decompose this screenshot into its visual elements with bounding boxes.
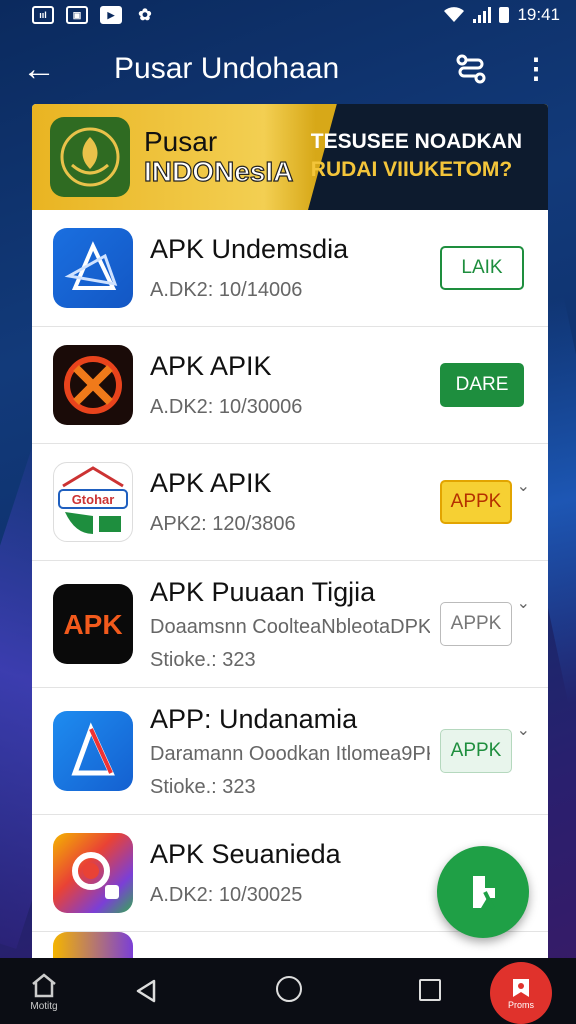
banner-promo-line1: TESUSEE NOADKAN [310, 130, 522, 153]
svg-text:APK: APK [63, 609, 122, 640]
system-nav-bar: Motitg Proms [0, 958, 576, 1024]
signal-icon [473, 7, 492, 23]
app-list-card: Pusar INDONesIA TESUSEE NOADKAN RUDAI VI… [32, 104, 548, 964]
home-icon [32, 973, 56, 998]
youtube-icon: ▶ [100, 6, 122, 24]
sim-icon: ııl [32, 6, 54, 24]
list-item[interactable]: APK APK Puuaan Tigjia Doaamsnn CoolteaNb… [32, 561, 548, 688]
triangle-logo-icon [53, 228, 133, 308]
chevron-down-icon[interactable]: ⌄ [517, 476, 530, 496]
app-description: Daramann Ooodkan Itlomea9PK [150, 742, 430, 765]
list-item[interactable]: APP: Undanamia Daramann Ooodkan Itlomea9… [32, 688, 548, 815]
fab-download-button[interactable] [437, 846, 529, 938]
chevron-down-icon[interactable]: ⌄ [517, 720, 530, 740]
install-button[interactable]: LAIK [440, 246, 524, 290]
banner-title-line2: INDONesIA [143, 156, 294, 187]
svg-text:Gtohar: Gtohar [72, 492, 115, 507]
nav-promo-button[interactable]: Proms [490, 962, 552, 1024]
apk-button[interactable]: APPK [440, 729, 512, 773]
download-logo-icon [473, 876, 495, 909]
list-item[interactable]: APK Undemsdia A.DK2: 10/14006 LAIK [32, 210, 548, 327]
bookmark-icon [513, 979, 529, 997]
battery-icon [499, 7, 510, 23]
nav-home[interactable]: Motitg [30, 972, 58, 1012]
banner-promo-text: TESUSEE NOADKAN RUDAI VIIUKETOM? [311, 128, 522, 184]
list-item[interactable]: Gtohar APK APIK APK2: 120/3806 APPK ⌄ [32, 444, 548, 561]
gift-icon: ✿ [138, 7, 152, 24]
nav-promo-label: Proms [507, 1000, 534, 1010]
banner-title-line1: Pusar [144, 126, 218, 157]
download-button[interactable]: DARE [440, 363, 524, 407]
chrome-like-icon [53, 833, 133, 913]
garuda-logo-icon [50, 117, 130, 197]
app-bar: ← Pusar Undohaan ⋮ [0, 40, 576, 98]
apk-button[interactable]: APPK [440, 480, 512, 524]
nav-recents-icon[interactable] [419, 979, 441, 1001]
list-item[interactable]: APK APIK A.DK2: 10/30006 DARE [32, 327, 548, 444]
back-arrow-icon[interactable]: ← [22, 52, 82, 86]
status-time: 19:41 [517, 5, 560, 24]
promo-banner[interactable]: Pusar INDONesIA TESUSEE NOADKAN RUDAI VI… [32, 104, 548, 210]
gtohar-logo-icon: Gtohar [53, 462, 133, 542]
share-icon[interactable] [454, 52, 488, 86]
app-meta: Stioke.: 323 [150, 648, 256, 671]
app-meta: Stioke.: 323 [150, 775, 256, 798]
gallery-icon: ▣ [66, 6, 88, 24]
app-description: Doaamsnn CoolteaNbleotaDPK [150, 615, 430, 638]
triangle-logo-icon [53, 711, 133, 791]
chevron-down-icon[interactable]: ⌄ [517, 593, 530, 613]
nav-home-label: Motitg [30, 1001, 58, 1012]
status-bar: ııl ▣ ▶ ✿ 19:41 [0, 0, 576, 30]
apk-logo-icon: APK [53, 584, 133, 664]
apk-button[interactable]: APPK [440, 602, 512, 646]
page-title: Pusar Undohaan [114, 52, 340, 85]
wifi-icon [444, 7, 465, 22]
more-options-icon[interactable]: ⋮ [522, 55, 550, 83]
x-logo-icon [53, 345, 133, 425]
banner-title: Pusar INDONesIA [143, 126, 294, 188]
nav-back-icon[interactable] [134, 978, 158, 1004]
nav-home-circle-icon[interactable] [276, 976, 302, 1002]
banner-promo-line2: RUDAI VIIUKETOM? [310, 158, 513, 181]
